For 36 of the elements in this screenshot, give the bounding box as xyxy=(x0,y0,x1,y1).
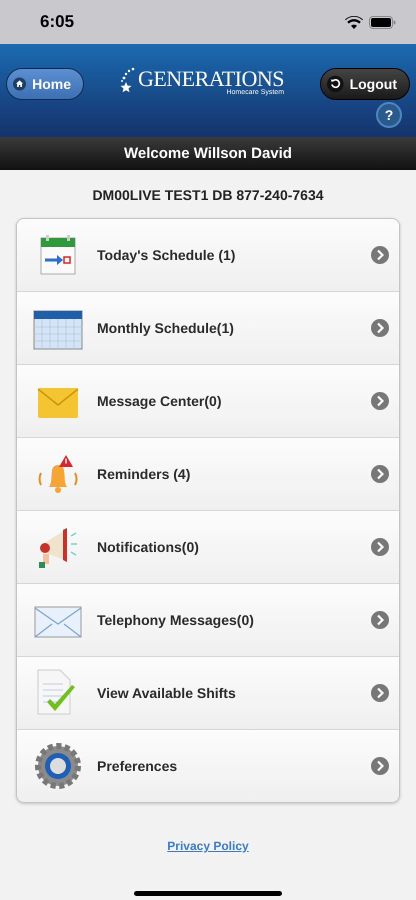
agency-title: DM00LIVE TEST1 DB 877-240-7634 xyxy=(91,187,325,203)
menu-item[interactable]: Message Center(0) xyxy=(17,365,399,438)
menu-item[interactable]: Telephony Messages(0) xyxy=(17,584,399,657)
battery-icon xyxy=(369,16,396,28)
menu-label: Today's Schedule (1) xyxy=(97,247,236,263)
chevron-icon xyxy=(371,757,389,775)
menu-item[interactable]: Reminders (4) xyxy=(17,438,399,511)
menu-label: Notifications(0) xyxy=(97,539,200,555)
menu-label: Monthly Schedule(1) xyxy=(97,320,235,336)
help-button[interactable]: ? xyxy=(376,102,402,128)
chevron-icon xyxy=(371,611,389,629)
menu-item[interactable]: Preferences xyxy=(17,730,399,802)
menu-label: Preferences xyxy=(97,758,178,774)
gear-icon xyxy=(33,741,83,791)
privacy-policy-link[interactable]: Privacy Policy xyxy=(167,839,249,853)
status-time: 6:05 xyxy=(40,12,74,32)
menu-item[interactable]: Monthly Schedule(1) xyxy=(17,292,399,365)
chevron-icon xyxy=(371,319,389,337)
menu-item[interactable]: Notifications(0) xyxy=(17,511,399,584)
chevron-icon xyxy=(371,538,389,556)
logo-name: GENERATIONS xyxy=(138,66,284,90)
menu-item[interactable]: Today's Schedule (1) xyxy=(17,219,399,292)
wifi-icon xyxy=(345,16,363,28)
menu-label: Message Center(0) xyxy=(97,393,222,409)
chevron-icon xyxy=(371,392,389,410)
stars-icon xyxy=(120,66,136,92)
menu-label: View Available Shifts xyxy=(97,685,237,701)
chevron-icon xyxy=(371,465,389,483)
menu-item[interactable]: View Available Shifts xyxy=(17,657,399,730)
menu-label: Reminders (4) xyxy=(97,466,192,482)
home-button[interactable]: Home xyxy=(6,68,84,100)
welcome-bar: Welcome Willson David xyxy=(0,137,416,170)
chevron-icon xyxy=(371,246,389,264)
chevron-icon xyxy=(371,684,389,702)
menu-label: Telephony Messages(0) xyxy=(97,612,255,628)
logout-button[interactable]: Logout xyxy=(320,68,410,100)
